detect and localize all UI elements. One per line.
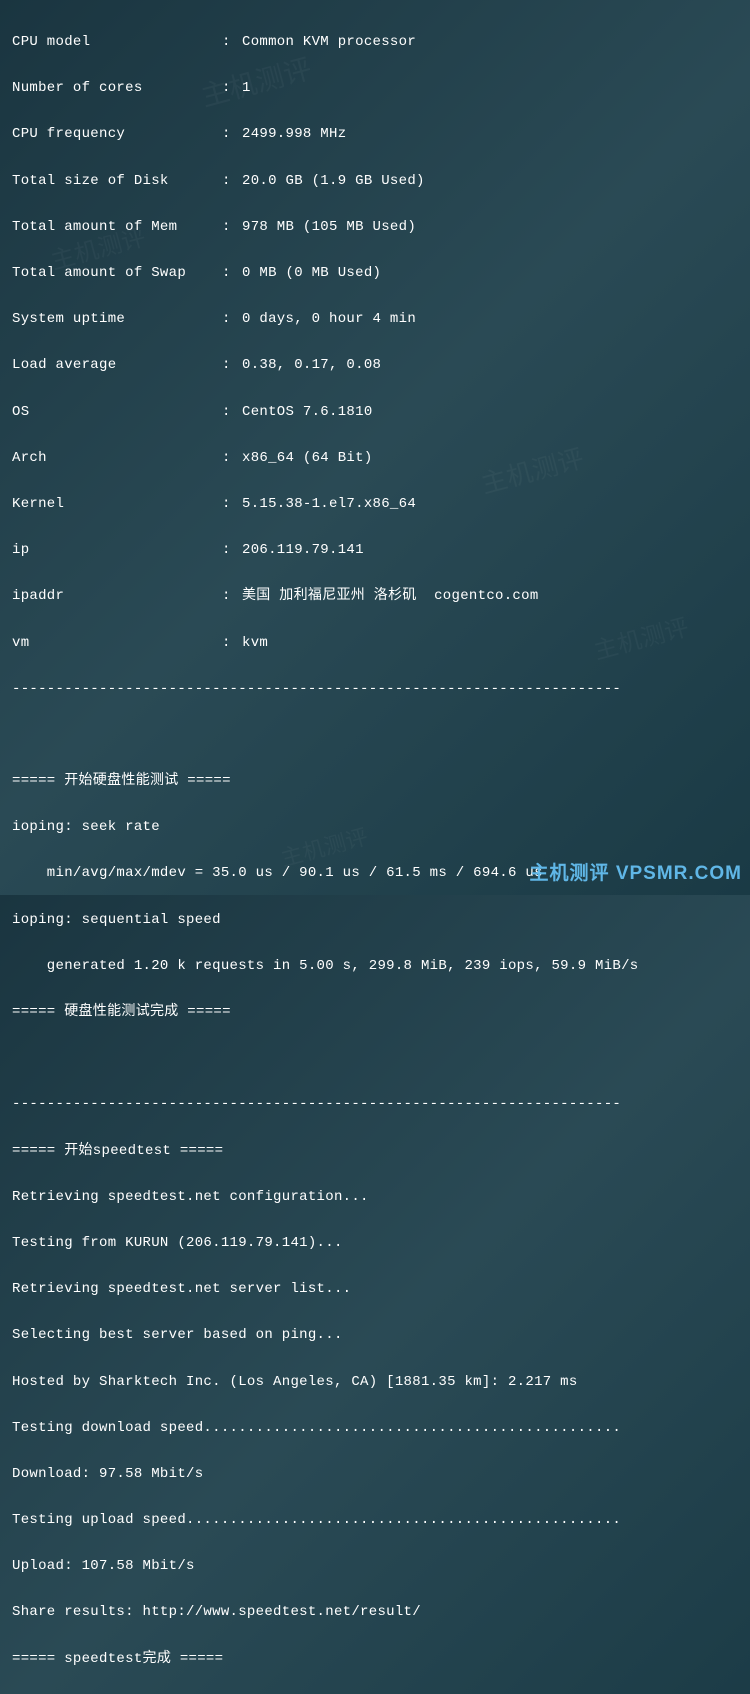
speedtest-header: ===== 开始speedtest ===== bbox=[12, 1140, 738, 1163]
cpu-model-label: CPU model bbox=[12, 31, 222, 54]
speedtest-download-result: Download: 97.58 Mbit/s bbox=[12, 1463, 738, 1486]
disk-test-footer: ===== 硬盘性能测试完成 ===== bbox=[12, 1001, 738, 1024]
divider-line: ----------------------------------------… bbox=[12, 1093, 738, 1116]
terminal-output: CPU model: Common KVM processor Number o… bbox=[12, 8, 738, 1694]
disk-value: 20.0 GB (1.9 GB Used) bbox=[242, 170, 425, 193]
cores-label: Number of cores bbox=[12, 77, 222, 100]
speedtest-host-line: Hosted by Sharktech Inc. (Los Angeles, C… bbox=[12, 1371, 738, 1394]
divider-line: ----------------------------------------… bbox=[12, 678, 738, 701]
kernel-value: 5.15.38-1.el7.x86_64 bbox=[242, 493, 416, 516]
ip-label: ip bbox=[12, 539, 222, 562]
ip-value: 206.119.79.141 bbox=[242, 539, 364, 562]
speedtest-footer: ===== speedtest完成 ===== bbox=[12, 1648, 738, 1671]
load-value: 0.38, 0.17, 0.08 bbox=[242, 354, 381, 377]
speedtest-selecting-line: Selecting best server based on ping... bbox=[12, 1324, 738, 1347]
speedtest-serverlist-line: Retrieving speedtest.net server list... bbox=[12, 1278, 738, 1301]
cpu-freq-row: CPU frequency: 2499.998 MHz bbox=[12, 123, 738, 146]
cpu-freq-label: CPU frequency bbox=[12, 123, 222, 146]
load-row: Load average: 0.38, 0.17, 0.08 bbox=[12, 354, 738, 377]
ioping-seq-result: generated 1.20 k requests in 5.00 s, 299… bbox=[12, 955, 738, 978]
cpu-model-row: CPU model: Common KVM processor bbox=[12, 31, 738, 54]
uptime-label: System uptime bbox=[12, 308, 222, 331]
speedtest-testing-dl-line: Testing download speed..................… bbox=[12, 1417, 738, 1440]
empty-line bbox=[12, 1047, 738, 1070]
uptime-row: System uptime: 0 days, 0 hour 4 min bbox=[12, 308, 738, 331]
ipaddr-label: ipaddr bbox=[12, 585, 222, 608]
ipaddr-row: ipaddr: 美国 加利福尼亚州 洛杉矶 cogentco.com bbox=[12, 585, 738, 608]
swap-label: Total amount of Swap bbox=[12, 262, 222, 285]
disk-row: Total size of Disk: 20.0 GB (1.9 GB Used… bbox=[12, 170, 738, 193]
kernel-label: Kernel bbox=[12, 493, 222, 516]
mem-row: Total amount of Mem: 978 MB (105 MB Used… bbox=[12, 216, 738, 239]
arch-label: Arch bbox=[12, 447, 222, 470]
speedtest-testing-ul-line: Testing upload speed....................… bbox=[12, 1509, 738, 1532]
empty-line bbox=[12, 724, 738, 747]
vm-value: kvm bbox=[242, 632, 268, 655]
ioping-seek-label: ioping: seek rate bbox=[12, 816, 738, 839]
mem-value: 978 MB (105 MB Used) bbox=[242, 216, 416, 239]
speedtest-upload-result: Upload: 107.58 Mbit/s bbox=[12, 1555, 738, 1578]
load-label: Load average bbox=[12, 354, 222, 377]
os-row: OS: CentOS 7.6.1810 bbox=[12, 401, 738, 424]
os-label: OS bbox=[12, 401, 222, 424]
ipaddr-value: 美国 加利福尼亚州 洛杉矶 cogentco.com bbox=[242, 585, 539, 608]
vm-row: vm: kvm bbox=[12, 632, 738, 655]
cores-row: Number of cores: 1 bbox=[12, 77, 738, 100]
ip-row: ip: 206.119.79.141 bbox=[12, 539, 738, 562]
speedtest-config-line: Retrieving speedtest.net configuration..… bbox=[12, 1186, 738, 1209]
disk-label: Total size of Disk bbox=[12, 170, 222, 193]
cpu-freq-value: 2499.998 MHz bbox=[242, 123, 346, 146]
speedtest-share-line: Share results: http://www.speedtest.net/… bbox=[12, 1601, 738, 1624]
branding-footer: 主机测评 VPSMR.COM bbox=[530, 858, 742, 889]
swap-value: 0 MB (0 MB Used) bbox=[242, 262, 381, 285]
speedtest-from-line: Testing from KURUN (206.119.79.141)... bbox=[12, 1232, 738, 1255]
os-value: CentOS 7.6.1810 bbox=[242, 401, 373, 424]
cores-value: 1 bbox=[242, 77, 251, 100]
cpu-model-value: Common KVM processor bbox=[242, 31, 416, 54]
disk-test-header: ===== 开始硬盘性能测试 ===== bbox=[12, 770, 738, 793]
mem-label: Total amount of Mem bbox=[12, 216, 222, 239]
arch-row: Arch: x86_64 (64 Bit) bbox=[12, 447, 738, 470]
uptime-value: 0 days, 0 hour 4 min bbox=[242, 308, 416, 331]
vm-label: vm bbox=[12, 632, 222, 655]
swap-row: Total amount of Swap: 0 MB (0 MB Used) bbox=[12, 262, 738, 285]
arch-value: x86_64 (64 Bit) bbox=[242, 447, 373, 470]
kernel-row: Kernel: 5.15.38-1.el7.x86_64 bbox=[12, 493, 738, 516]
ioping-seq-label: ioping: sequential speed bbox=[12, 909, 738, 932]
